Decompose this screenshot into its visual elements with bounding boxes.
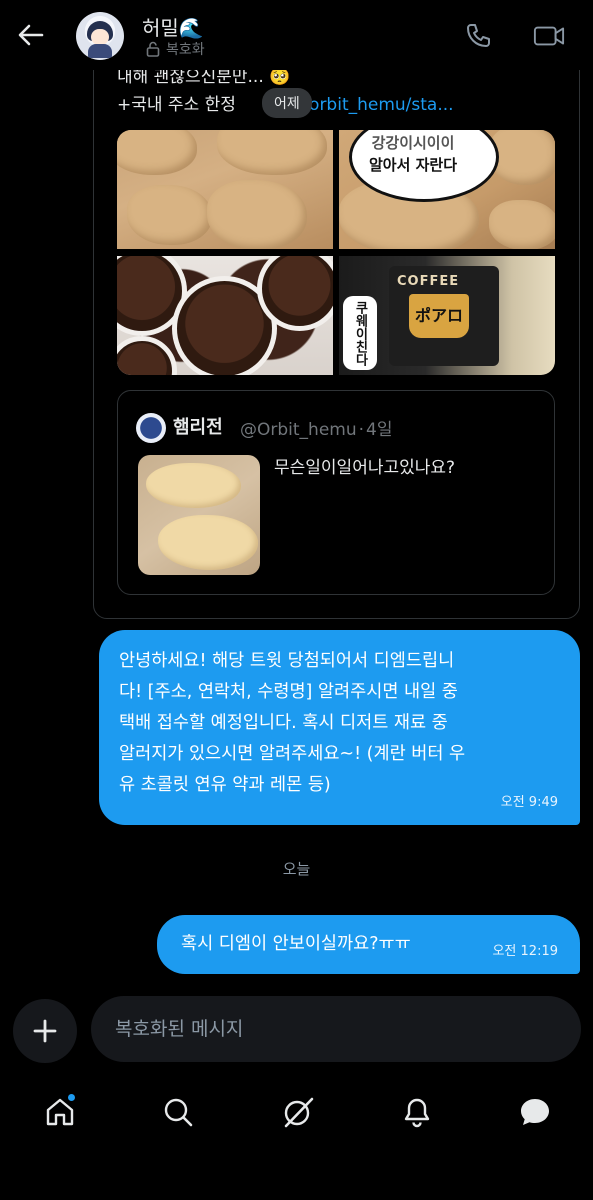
message-time: 오전 9:49 xyxy=(500,795,558,810)
tweet-photo-2[interactable]: 강강이시이이 알아서 자란다 xyxy=(339,130,555,249)
conversation-header: 허밀🌊 복호화 xyxy=(0,0,593,70)
shared-tweet-link[interactable]: /orbit_hemu/sta... xyxy=(303,95,453,115)
avatar[interactable] xyxy=(76,12,124,60)
quoted-tweet[interactable]: 햄리전 @Orbit_hemu · 4일 무슨일이일어나고있나요? xyxy=(117,390,555,595)
nav-home[interactable] xyxy=(40,1092,80,1132)
date-pill: 어제 xyxy=(262,88,312,118)
phone-icon xyxy=(467,24,490,47)
sent-message[interactable]: 안녕하세요! 해당 트윗 당첨되어서 디엠드립니 다! [주소, 연락처, 수령… xyxy=(99,630,580,825)
video-call-button[interactable] xyxy=(533,20,565,52)
back-button[interactable] xyxy=(14,18,48,52)
mug-label: COFFEE xyxy=(397,274,460,289)
speech-bubble-text: 강강이시이이 알아서 자란다 xyxy=(369,134,458,176)
speech-bubble-line1: 강강이시이이 xyxy=(371,134,455,152)
message-time: 오전 12:19 xyxy=(492,944,558,959)
day-separator: 오늘 xyxy=(282,860,311,878)
quoted-tweet-thumbnail[interactable] xyxy=(138,455,260,575)
encryption-status: 복호화 xyxy=(146,39,205,59)
speech-bubble-line2: 알아서 자란다 xyxy=(369,156,458,174)
messages-icon xyxy=(521,1099,549,1125)
grok-icon xyxy=(284,1097,314,1128)
message-text: 혹시 디엠이 안보이실까요?ㅠㅠ xyxy=(181,934,411,954)
arrow-left-icon xyxy=(18,24,44,46)
notification-dot xyxy=(67,1093,76,1102)
quoted-tweet-age: 4일 xyxy=(366,420,393,440)
message-composer[interactable] xyxy=(91,996,581,1062)
video-icon xyxy=(533,26,565,46)
nav-notifications[interactable] xyxy=(397,1092,437,1132)
add-attachment-button[interactable] xyxy=(13,999,77,1063)
mug-cup-text: ポアロ xyxy=(409,294,469,338)
tweet-photo-1[interactable] xyxy=(117,130,333,249)
sent-message[interactable]: 혹시 디엠이 안보이실까요?ㅠㅠ 오전 12:19 xyxy=(157,915,580,974)
quoted-tweet-separator: · xyxy=(358,420,365,440)
conversation-name[interactable]: 허밀🌊 xyxy=(142,12,204,41)
plus-icon xyxy=(33,1019,57,1043)
search-icon xyxy=(164,1098,193,1127)
message-text: 안녕하세요! 해당 트윗 당첨되어서 디엠드립니 다! [주소, 연락처, 수령… xyxy=(119,651,466,795)
quoted-tweet-meta: @Orbit_hemu · 4일 xyxy=(240,415,393,440)
encryption-label: 복호화 xyxy=(166,42,205,58)
shared-tweet-text: 내해 괜찮으신분만... 🥺 +국내 주소 한정 /orbit_hemu/sta… xyxy=(117,63,557,119)
nav-grok[interactable] xyxy=(278,1092,318,1132)
quoted-tweet-text: 무슨일이일어나고있나요? xyxy=(274,458,456,478)
message-input[interactable] xyxy=(115,996,555,1062)
call-button[interactable] xyxy=(462,20,494,52)
quoted-tweet-name: 햄리전 xyxy=(173,417,223,438)
shared-tweet-line2-text: +국내 주소 한정 xyxy=(117,95,236,115)
quoted-tweet-handle: @Orbit_hemu xyxy=(240,420,357,440)
lock-icon xyxy=(146,41,160,57)
tweet-photo-3[interactable] xyxy=(117,256,333,375)
quoted-tweet-avatar xyxy=(136,413,166,443)
nav-search[interactable] xyxy=(158,1092,198,1132)
tweet-photo-4[interactable]: COFFEE ポアロ 쿠웨이친다 xyxy=(339,256,555,375)
notifications-icon xyxy=(404,1098,430,1128)
bottom-navigation xyxy=(0,1078,593,1148)
nav-messages[interactable] xyxy=(515,1092,555,1132)
photo-sticker: 쿠웨이친다 xyxy=(343,296,377,370)
